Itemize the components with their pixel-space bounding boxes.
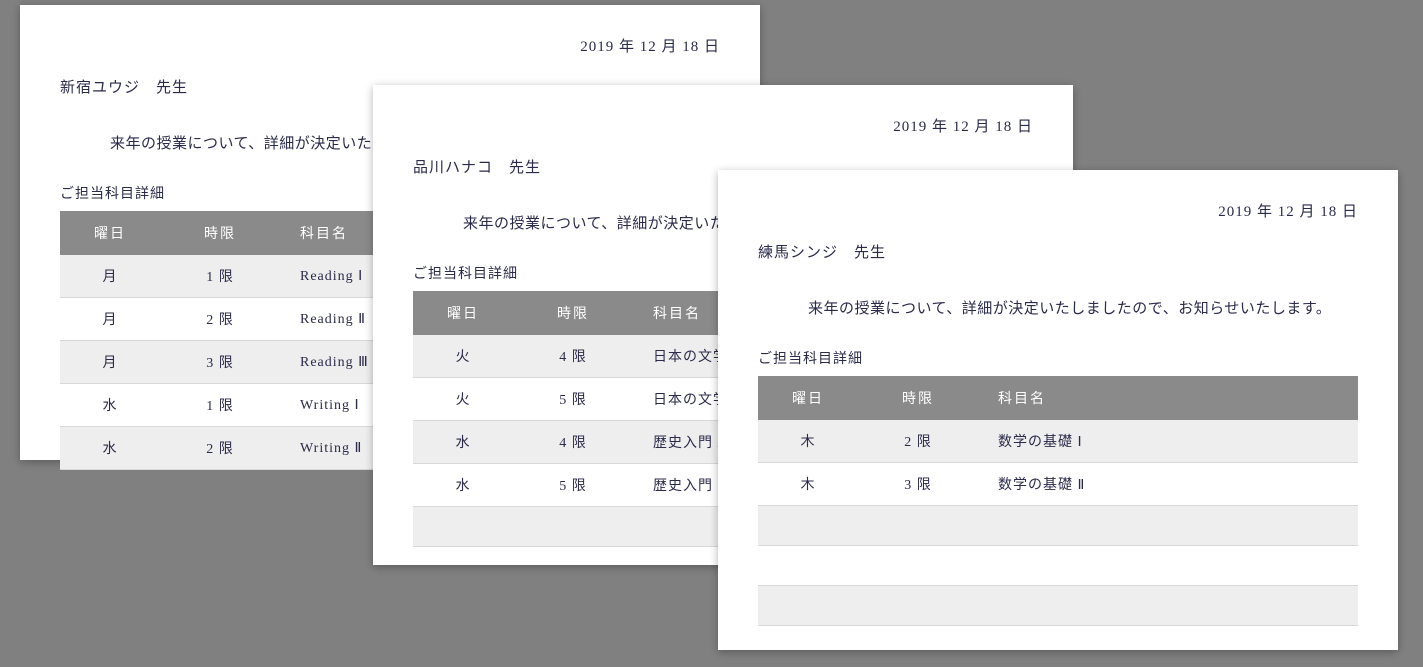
cell-empty: [513, 507, 633, 547]
header-day: 曜日: [758, 376, 858, 420]
header-period: 時限: [160, 211, 280, 255]
cell-subject: 数学の基礎 Ⅰ: [978, 420, 1358, 463]
cell-period: 3 限: [160, 341, 280, 384]
document-page-3: 2019 年 12 月 18 日 練馬シンジ 先生 来年の授業について、詳細が決…: [718, 170, 1398, 650]
cell-period: 4 限: [513, 335, 633, 378]
recipient-text: 練馬シンジ 先生: [758, 241, 1358, 262]
cell-period: 1 限: [160, 255, 280, 298]
header-day: 曜日: [60, 211, 160, 255]
cell-empty: [758, 506, 858, 546]
cell-day: 木: [758, 420, 858, 463]
cell-subject: 数学の基礎 Ⅱ: [978, 463, 1358, 506]
cell-day: 水: [60, 427, 160, 470]
cell-empty: [858, 546, 978, 586]
header-day: 曜日: [413, 291, 513, 335]
cell-day: 水: [413, 464, 513, 507]
cell-day: 水: [413, 421, 513, 464]
cell-period: 5 限: [513, 378, 633, 421]
cell-period: 4 限: [513, 421, 633, 464]
table-row-empty: [758, 586, 1358, 626]
cell-empty: [858, 506, 978, 546]
date-text: 2019 年 12 月 18 日: [60, 35, 720, 56]
cell-period: 5 限: [513, 464, 633, 507]
header-period: 時限: [858, 376, 978, 420]
table-row: 木2 限数学の基礎 Ⅰ: [758, 420, 1358, 463]
cell-period: 2 限: [160, 427, 280, 470]
header-subject: 科目名: [978, 376, 1358, 420]
cell-day: 火: [413, 335, 513, 378]
table-row: 木3 限数学の基礎 Ⅱ: [758, 463, 1358, 506]
table-row-empty: [758, 506, 1358, 546]
cell-empty: [978, 506, 1358, 546]
cell-period: 3 限: [858, 463, 978, 506]
cell-period: 2 限: [160, 298, 280, 341]
cell-day: 月: [60, 255, 160, 298]
cell-empty: [758, 546, 858, 586]
cell-period: 1 限: [160, 384, 280, 427]
cell-day: 火: [413, 378, 513, 421]
table-header-row: 曜日 時限 科目名: [758, 376, 1358, 420]
cell-day: 木: [758, 463, 858, 506]
date-text: 2019 年 12 月 18 日: [758, 200, 1358, 221]
cell-empty: [858, 586, 978, 626]
cell-empty: [758, 586, 858, 626]
cell-day: 月: [60, 298, 160, 341]
table-body-3: 木2 限数学の基礎 Ⅰ木3 限数学の基礎 Ⅱ: [758, 420, 1358, 626]
cell-empty: [413, 507, 513, 547]
body-text: 来年の授業について、詳細が決定いたしましたので、お知らせいたします。: [758, 297, 1358, 318]
cell-empty: [978, 546, 1358, 586]
header-period: 時限: [513, 291, 633, 335]
date-text: 2019 年 12 月 18 日: [413, 115, 1033, 136]
section-title: ご担当科目詳細: [758, 348, 1358, 368]
cell-day: 月: [60, 341, 160, 384]
schedule-table: 曜日 時限 科目名 木2 限数学の基礎 Ⅰ木3 限数学の基礎 Ⅱ: [758, 376, 1358, 626]
cell-empty: [978, 586, 1358, 626]
cell-day: 水: [60, 384, 160, 427]
cell-period: 2 限: [858, 420, 978, 463]
table-row-empty: [758, 546, 1358, 586]
